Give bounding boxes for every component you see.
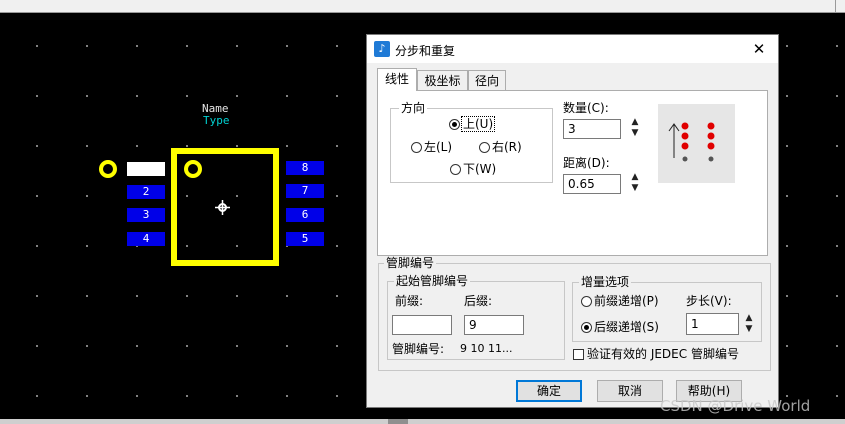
ok-button[interactable]: 确定 xyxy=(516,380,582,402)
direction-left-radio[interactable]: 左(L) xyxy=(411,140,452,154)
pad-right-7[interactable]: 7 xyxy=(286,184,324,198)
distance-spinner[interactable]: ▲ ▼ xyxy=(629,173,641,195)
step-preview xyxy=(658,104,735,183)
step-label: 步长(V): xyxy=(686,294,732,308)
pad-right-5[interactable]: 5 xyxy=(286,232,324,246)
verify-jedec-label: 验证有效的 JEDEC 管脚编号 xyxy=(587,347,739,361)
tab-polar[interactable]: 极坐标 xyxy=(417,70,468,90)
prefix-label: 前缀: xyxy=(395,294,424,308)
verify-jedec-checkbox[interactable]: 验证有效的 JEDEC 管脚编号 xyxy=(573,347,739,361)
radio-prefix-inc-dot xyxy=(581,295,592,307)
pad-right-8[interactable]: 8 xyxy=(286,161,324,175)
preview-diagram-icon xyxy=(668,122,715,162)
start-pin-group-label: 起始管脚编号 xyxy=(394,274,471,288)
radio-right-dot xyxy=(479,141,490,153)
suffix-input[interactable]: 9 xyxy=(464,315,524,335)
radio-suffix-inc-dot xyxy=(581,321,592,333)
dialog-titlebar[interactable]: ♪ 分步和重复 ✕ xyxy=(367,35,778,63)
direction-group-label: 方向 xyxy=(399,101,428,115)
pad-left-1[interactable] xyxy=(127,162,165,176)
count-spinner[interactable]: ▲ ▼ xyxy=(629,118,641,140)
dialog-title: 分步和重复 xyxy=(395,44,456,58)
direction-down-radio[interactable]: 下(W) xyxy=(450,162,496,176)
close-button[interactable]: ✕ xyxy=(750,39,768,59)
radio-right-label: 右(R) xyxy=(492,140,522,154)
distance-input[interactable]: 0.65 xyxy=(563,174,621,194)
step-spinner[interactable]: ▲ ▼ xyxy=(743,314,755,336)
spin-down-icon[interactable]: ▼ xyxy=(629,184,641,195)
count-input[interactable]: 3 xyxy=(563,119,621,139)
pad-left-3[interactable]: 3 xyxy=(127,208,165,222)
pin-numbering-label: 管脚编号 xyxy=(384,256,437,270)
radio-up-dot xyxy=(449,118,460,130)
pin1-marker-ring xyxy=(99,160,117,178)
radio-suffix-inc-label: 后缀递增(S) xyxy=(594,320,659,334)
app-icon: ♪ xyxy=(374,41,390,57)
count-label: 数量(C): xyxy=(563,101,609,115)
pad-left-2[interactable]: 2 xyxy=(127,185,165,199)
radio-down-dot xyxy=(450,163,461,175)
horizontal-scrollbar[interactable] xyxy=(0,419,845,424)
radio-up-label: 上(U) xyxy=(460,116,496,132)
tab-radial[interactable]: 径向 xyxy=(468,70,506,90)
increment-group-label: 增量选项 xyxy=(579,275,632,289)
scrollbar-thumb[interactable] xyxy=(388,419,408,424)
step-input[interactable]: 1 xyxy=(686,313,739,335)
radio-left-dot xyxy=(411,141,422,153)
suffix-increment-radio[interactable]: 后缀递增(S) xyxy=(581,320,659,334)
component-type-label: Type xyxy=(203,114,230,127)
spin-down-icon[interactable]: ▼ xyxy=(629,129,641,140)
radio-left-label: 左(L) xyxy=(424,140,453,154)
pin-number-value: 9 10 11... xyxy=(460,342,513,355)
pin-number-label: 管脚编号: xyxy=(392,342,445,356)
direction-up-radio[interactable]: 上(U) xyxy=(449,116,496,132)
direction-right-radio[interactable]: 右(R) xyxy=(479,140,522,154)
distance-label: 距离(D): xyxy=(563,156,610,170)
watermark-text: CSDN @Drive World xyxy=(660,397,811,415)
radio-down-label: 下(W) xyxy=(463,162,497,176)
pad-left-4[interactable]: 4 xyxy=(127,232,165,246)
pad-right-6[interactable]: 6 xyxy=(286,208,324,222)
suffix-label: 后缀: xyxy=(464,294,493,308)
tab-linear[interactable]: 线性 xyxy=(377,68,417,91)
cancel-button[interactable]: 取消 xyxy=(597,380,663,402)
prefix-increment-radio[interactable]: 前缀递增(P) xyxy=(581,294,659,308)
origin-marker-icon xyxy=(215,200,230,215)
verify-jedec-box xyxy=(573,348,584,360)
top-toolbar-strip xyxy=(0,0,845,13)
step-and-repeat-dialog: ♪ 分步和重复 ✕ 线性 极坐标 径向 方向 上(U) 左(L) 右(R) 下(… xyxy=(366,34,779,408)
toolbar-separator xyxy=(835,0,836,12)
radio-prefix-inc-label: 前缀递增(P) xyxy=(594,294,659,308)
spin-down-icon[interactable]: ▼ xyxy=(743,325,755,336)
prefix-input[interactable] xyxy=(392,315,452,335)
